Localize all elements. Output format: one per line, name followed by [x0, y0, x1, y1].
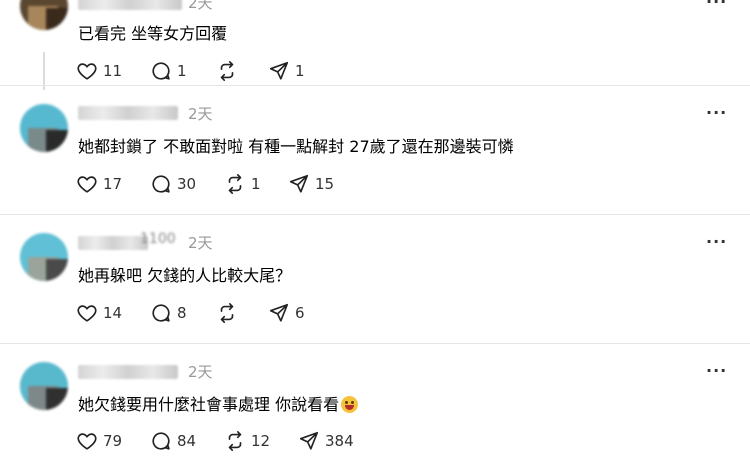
like-count: 11 — [103, 62, 123, 80]
share-button[interactable]: 384 — [298, 429, 354, 453]
like-count: 14 — [103, 304, 123, 322]
comment-icon — [152, 62, 170, 80]
avatar[interactable] — [20, 104, 68, 152]
grinning-face-emoji — [341, 396, 359, 413]
repost-count: 1 — [251, 175, 261, 193]
heart-icon — [77, 305, 97, 322]
more-icon[interactable]: ··· — [706, 361, 727, 380]
like-count: 79 — [103, 432, 123, 450]
post-text: 她再躲吧 欠錢的人比較大尾？ — [78, 266, 292, 285]
more-icon[interactable]: ··· — [706, 232, 727, 251]
share-count: 15 — [315, 175, 335, 193]
heart-icon — [77, 176, 97, 193]
like-count: 17 — [103, 175, 123, 193]
share-button[interactable]: 15 — [288, 172, 334, 196]
timestamp: 2天 — [188, 105, 213, 123]
repost-button[interactable] — [216, 59, 243, 83]
post-text: 她欠錢要用什麼社會事處理 你說看看 — [78, 391, 359, 415]
post-text-content: 她欠錢要用什麼社會事處理 你說看看 — [78, 395, 340, 414]
reply-count: 84 — [177, 432, 197, 450]
share-icon — [299, 431, 319, 450]
reply-count: 30 — [177, 175, 197, 193]
like-button[interactable]: 79 — [76, 429, 122, 453]
share-count: 1 — [295, 62, 305, 80]
like-button[interactable]: 11 — [76, 59, 122, 83]
share-button[interactable]: 6 — [268, 301, 305, 325]
share-icon — [289, 174, 309, 193]
like-button[interactable]: 17 — [76, 172, 122, 196]
comment-icon — [152, 175, 170, 193]
username[interactable] — [78, 0, 182, 10]
divider — [0, 214, 750, 215]
threads-feed: 2天 ··· 已看完 坐等女方回覆 11 1 1 2天 ··· 她都封鎖了 不敢… — [0, 0, 750, 463]
share-count: 384 — [325, 432, 354, 450]
share-icon — [269, 61, 289, 80]
avatar[interactable] — [20, 362, 68, 410]
share-count: 6 — [295, 304, 305, 322]
repost-button[interactable]: 1 — [224, 172, 261, 196]
share-button[interactable]: 1 — [268, 59, 305, 83]
username[interactable] — [78, 236, 148, 250]
more-icon[interactable]: ··· — [706, 0, 727, 11]
timestamp: 2天 — [188, 234, 213, 252]
reply-button[interactable]: 30 — [150, 172, 196, 196]
reply-button[interactable]: 84 — [150, 429, 196, 453]
reply-button[interactable]: 8 — [150, 301, 187, 325]
comment-icon — [152, 432, 170, 450]
timestamp: 2天 — [188, 0, 213, 12]
timestamp: 2天 — [188, 363, 213, 381]
repost-icon — [228, 174, 242, 194]
username[interactable] — [78, 365, 178, 379]
reply-button[interactable]: 1 — [150, 59, 187, 83]
like-button[interactable]: 14 — [76, 301, 122, 325]
share-icon — [269, 303, 289, 322]
repost-button[interactable] — [216, 301, 243, 325]
repost-icon — [228, 431, 242, 451]
repost-count: 12 — [251, 432, 271, 450]
username[interactable] — [78, 106, 178, 120]
divider — [0, 85, 750, 86]
heart-icon — [77, 63, 97, 80]
reply-count: 1 — [177, 62, 187, 80]
heart-icon — [77, 433, 97, 450]
repost-button[interactable]: 12 — [224, 429, 270, 453]
post-text: 她都封鎖了 不敢面對啦 有種一點解封 27歲了還在那邊裝可憐 — [78, 137, 514, 156]
avatar[interactable] — [20, 0, 68, 30]
repost-icon — [220, 303, 234, 323]
divider — [0, 343, 750, 344]
post-text: 已看完 坐等女方回覆 — [78, 24, 228, 43]
more-icon[interactable]: ··· — [706, 103, 727, 122]
username-suffix: 1100 — [140, 231, 176, 247]
repost-icon — [220, 61, 234, 81]
comment-icon — [152, 304, 170, 322]
reply-count: 8 — [177, 304, 187, 322]
avatar[interactable] — [20, 233, 68, 281]
